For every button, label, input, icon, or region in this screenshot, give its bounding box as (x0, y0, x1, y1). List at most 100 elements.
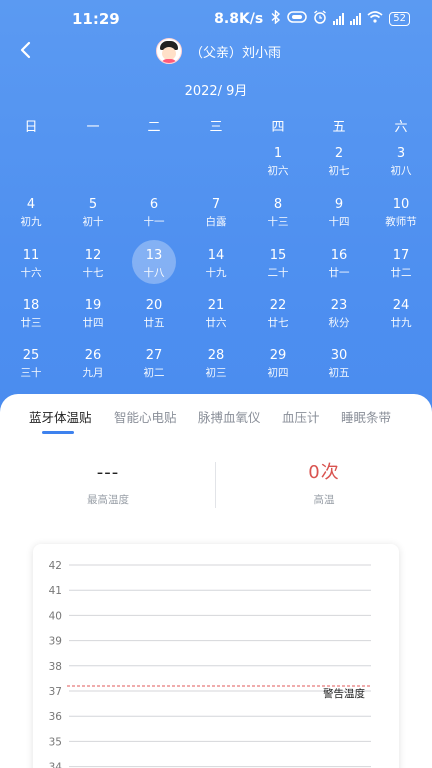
calendar-day[interactable]: 6 十一 (127, 197, 181, 241)
day-number: 24 (392, 298, 410, 313)
calendar-day[interactable]: 21 廿六 (189, 298, 243, 342)
calendar-day[interactable]: 5 初十 (66, 197, 120, 241)
lunar-date: 三十 (20, 367, 42, 379)
vibrate-icon (287, 11, 308, 26)
lunar-date: 廿九 (390, 317, 412, 329)
calendar-day[interactable]: 8 十三 (251, 197, 305, 241)
day-number: 25 (22, 348, 40, 363)
high-temp-count-value: 0次 (308, 462, 340, 483)
max-temp-value: --- (96, 462, 120, 483)
calendar-day[interactable]: 26 九月 (66, 348, 120, 392)
weekday-header: 日一二三四五六 (0, 116, 432, 135)
lunar-date: 十八 (143, 267, 165, 279)
tab-device[interactable]: 脉搏血氧仪 (198, 407, 261, 426)
weekday-label: 一 (86, 120, 100, 135)
lunar-date: 廿二 (390, 267, 412, 279)
signal-hd-icon (350, 12, 362, 25)
day-number: 7 (211, 197, 221, 212)
lunar-date: 十七 (82, 267, 104, 279)
lunar-date: 初十 (82, 216, 104, 228)
lunar-date: 白露 (205, 216, 227, 228)
y-tick-label: 39 (49, 636, 62, 648)
calendar-day[interactable]: 22 廿七 (251, 298, 305, 342)
day-number: 15 (269, 248, 287, 263)
lunar-date: 廿六 (205, 317, 227, 329)
calendar-day[interactable]: 27 初二 (127, 348, 181, 392)
lunar-date: 十九 (205, 267, 227, 279)
lunar-date: 秋分 (328, 317, 350, 329)
calendar-day[interactable]: 19 廿四 (66, 298, 120, 342)
lunar-date: 廿五 (143, 317, 165, 329)
high-temp-count-stat: 0次 高温 (216, 462, 432, 507)
calendar-day[interactable]: 10 教师节 (374, 197, 428, 241)
calendar-day[interactable]: 24 廿九 (374, 298, 428, 342)
back-arrow-icon[interactable] (16, 40, 40, 64)
day-number: 1 (273, 146, 283, 161)
calendar-day[interactable]: 14 十九 (189, 248, 243, 292)
calendar-day[interactable]: 1 初六 (251, 146, 305, 190)
day-number: 19 (84, 298, 102, 313)
calendar-day[interactable]: 18 廿三 (4, 298, 58, 342)
battery-icon: 52 (389, 11, 410, 26)
day-number: 27 (145, 348, 163, 363)
tab-device[interactable]: 智能心电贴 (114, 407, 177, 426)
day-number: 29 (269, 348, 287, 363)
weekday-label: 四 (271, 120, 285, 135)
active-tab-indicator (42, 431, 74, 434)
temperature-stats: --- 最高温度 0次 高温 (0, 462, 432, 508)
lunar-date: 十一 (143, 216, 165, 228)
lunar-date: 十三 (267, 216, 289, 228)
tab-device[interactable]: 血压计 (282, 407, 320, 426)
calendar-day[interactable]: 23 秋分 (312, 298, 366, 342)
temperature-chart-card: 42 41 40 39 38 37 36 35 34 警告温度 (33, 544, 399, 768)
y-tick-label: 36 (49, 711, 63, 723)
lunar-date: 廿三 (20, 317, 42, 329)
user-switcher[interactable]: （父亲）刘小雨 (156, 38, 281, 64)
calendar-day[interactable]: 11 十六 (4, 248, 58, 292)
lunar-date: 初七 (328, 165, 350, 177)
weekday-label: 三 (209, 120, 223, 135)
calendar-day[interactable]: 13 十八 (127, 240, 181, 292)
status-bar: 11:29 8.8K/s 52 (0, 0, 432, 38)
calendar-day[interactable]: 9 十四 (312, 197, 366, 241)
lunar-date: 廿一 (328, 267, 350, 279)
top-nav: （父亲）刘小雨 (0, 38, 432, 68)
calendar-day[interactable]: 30 初五 (312, 348, 366, 392)
lunar-date: 教师节 (385, 216, 417, 228)
calendar-day[interactable]: 16 廿一 (312, 248, 366, 292)
calendar-day[interactable]: 3 初八 (374, 146, 428, 190)
y-tick-label: 37 (49, 686, 62, 698)
calendar-day[interactable]: 15 二十 (251, 248, 305, 292)
day-number: 12 (84, 248, 102, 263)
bluetooth-icon (271, 9, 281, 27)
wifi-icon (367, 11, 383, 26)
calendar-day[interactable]: 20 廿五 (127, 298, 181, 342)
lunar-date: 九月 (82, 367, 104, 379)
y-tick-label: 34 (49, 762, 63, 768)
lunar-date: 初二 (143, 367, 165, 379)
day-number: 5 (88, 197, 98, 212)
calendar-day[interactable]: 29 初四 (251, 348, 305, 392)
day-number: 21 (207, 298, 225, 313)
tab-device[interactable]: 蓝牙体温贴 (29, 407, 92, 426)
lunar-date: 十六 (20, 267, 42, 279)
day-number: 17 (392, 248, 410, 263)
signal-hd-icon (333, 12, 345, 25)
y-tick-label: 41 (49, 585, 62, 597)
status-icons: 8.8K/s 52 (214, 9, 410, 27)
tab-device[interactable]: 睡眠条带 (341, 407, 391, 426)
lunar-date: 二十 (267, 267, 289, 279)
calendar-day[interactable]: 2 初七 (312, 146, 366, 190)
calendar-day[interactable]: 28 初三 (189, 348, 243, 392)
calendar-day[interactable]: 4 初九 (4, 197, 58, 241)
calendar-day[interactable]: 7 白露 (189, 197, 243, 241)
calendar-day[interactable]: 17 廿二 (374, 248, 428, 292)
status-time: 11:29 (72, 10, 120, 28)
calendar-day[interactable]: 12 十七 (66, 248, 120, 292)
lunar-date: 十四 (328, 216, 350, 228)
network-speed: 8.8K/s (214, 10, 264, 27)
calendar-day[interactable]: 25 三十 (4, 348, 58, 392)
day-number: 10 (392, 197, 410, 212)
weekday-label: 五 (332, 120, 346, 135)
month-label[interactable]: 2022/ 9月 (0, 80, 432, 99)
